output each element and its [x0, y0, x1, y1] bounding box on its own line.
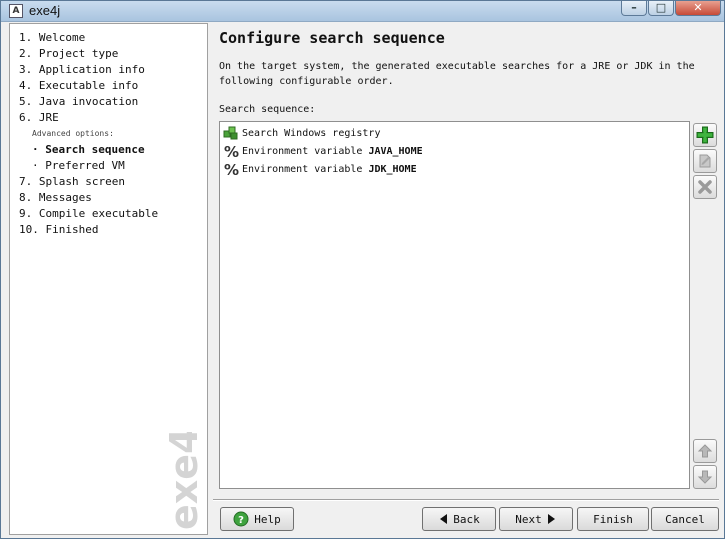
step-compile-executable[interactable]: 9. Compile executable: [19, 207, 158, 220]
app-icon: A: [9, 4, 23, 18]
exe4j-logo: exe4j: [162, 432, 205, 530]
move-down-button[interactable]: [693, 465, 717, 489]
edit-icon: [699, 154, 711, 168]
svg-text:exe4j: exe4j: [162, 432, 205, 530]
arrow-up-icon: [697, 444, 713, 458]
minimize-button[interactable]: –: [621, 1, 647, 16]
advanced-options-label: Advanced options:: [32, 129, 114, 138]
help-button[interactable]: ? Help: [220, 507, 294, 531]
help-icon: ?: [233, 511, 249, 527]
edit-button[interactable]: [693, 149, 717, 173]
substep-search-sequence[interactable]: · Search sequence: [32, 143, 145, 156]
wizard-steps-panel: 1. Welcome 2. Project type 3. Applicatio…: [9, 23, 208, 535]
title-bar: A exe4j – □ ✕: [1, 1, 724, 22]
arrow-right-icon: [547, 514, 555, 524]
step-application-info[interactable]: 3. Application info: [19, 63, 145, 76]
step-messages[interactable]: 8. Messages: [19, 191, 92, 204]
page-title: Configure search sequence: [219, 29, 445, 47]
step-splash-screen[interactable]: 7. Splash screen: [19, 175, 125, 188]
maximize-button[interactable]: □: [648, 1, 674, 16]
list-item-jdk-home[interactable]: % Environment variable JDK_HOME: [223, 161, 417, 179]
step-jre[interactable]: 6. JRE: [19, 111, 59, 124]
exe4j-window: A exe4j – □ ✕ 1. Welcome 2. Project type…: [0, 0, 725, 539]
window-title: exe4j: [29, 3, 61, 18]
remove-button[interactable]: [693, 175, 717, 199]
percent-icon: %: [223, 143, 239, 161]
arrow-down-icon: [697, 470, 713, 484]
step-executable-info[interactable]: 4. Executable info: [19, 79, 138, 92]
list-item-java-home[interactable]: % Environment variable JAVA_HOME: [223, 143, 423, 161]
arrow-left-icon: [440, 514, 448, 524]
plus-icon: [696, 126, 714, 144]
page-description: On the target system, the generated exec…: [219, 61, 695, 87]
next-button[interactable]: Next: [499, 507, 573, 531]
percent-icon: %: [223, 161, 239, 179]
list-item-registry[interactable]: Search Windows registry: [223, 125, 380, 141]
svg-text:?: ?: [238, 515, 244, 526]
footer-separator: [213, 499, 719, 501]
search-sequence-list[interactable]: Search Windows registry % Environment va…: [219, 121, 690, 489]
finish-button[interactable]: Finish: [577, 507, 649, 531]
registry-icon: [223, 125, 239, 141]
step-welcome[interactable]: 1. Welcome: [19, 31, 85, 44]
svg-text:%: %: [224, 143, 239, 159]
back-button[interactable]: Back: [422, 507, 496, 531]
add-button[interactable]: [693, 123, 717, 147]
delete-icon: [698, 180, 712, 194]
step-finished[interactable]: 10. Finished: [19, 223, 98, 236]
search-sequence-label: Search sequence:: [219, 104, 316, 115]
move-up-button[interactable]: [693, 439, 717, 463]
cancel-button[interactable]: Cancel: [651, 507, 719, 531]
substep-preferred-vm[interactable]: · Preferred VM: [32, 159, 125, 172]
svg-text:%: %: [224, 161, 239, 177]
step-java-invocation[interactable]: 5. Java invocation: [19, 95, 138, 108]
close-button[interactable]: ✕: [675, 1, 721, 16]
step-project-type[interactable]: 2. Project type: [19, 47, 118, 60]
